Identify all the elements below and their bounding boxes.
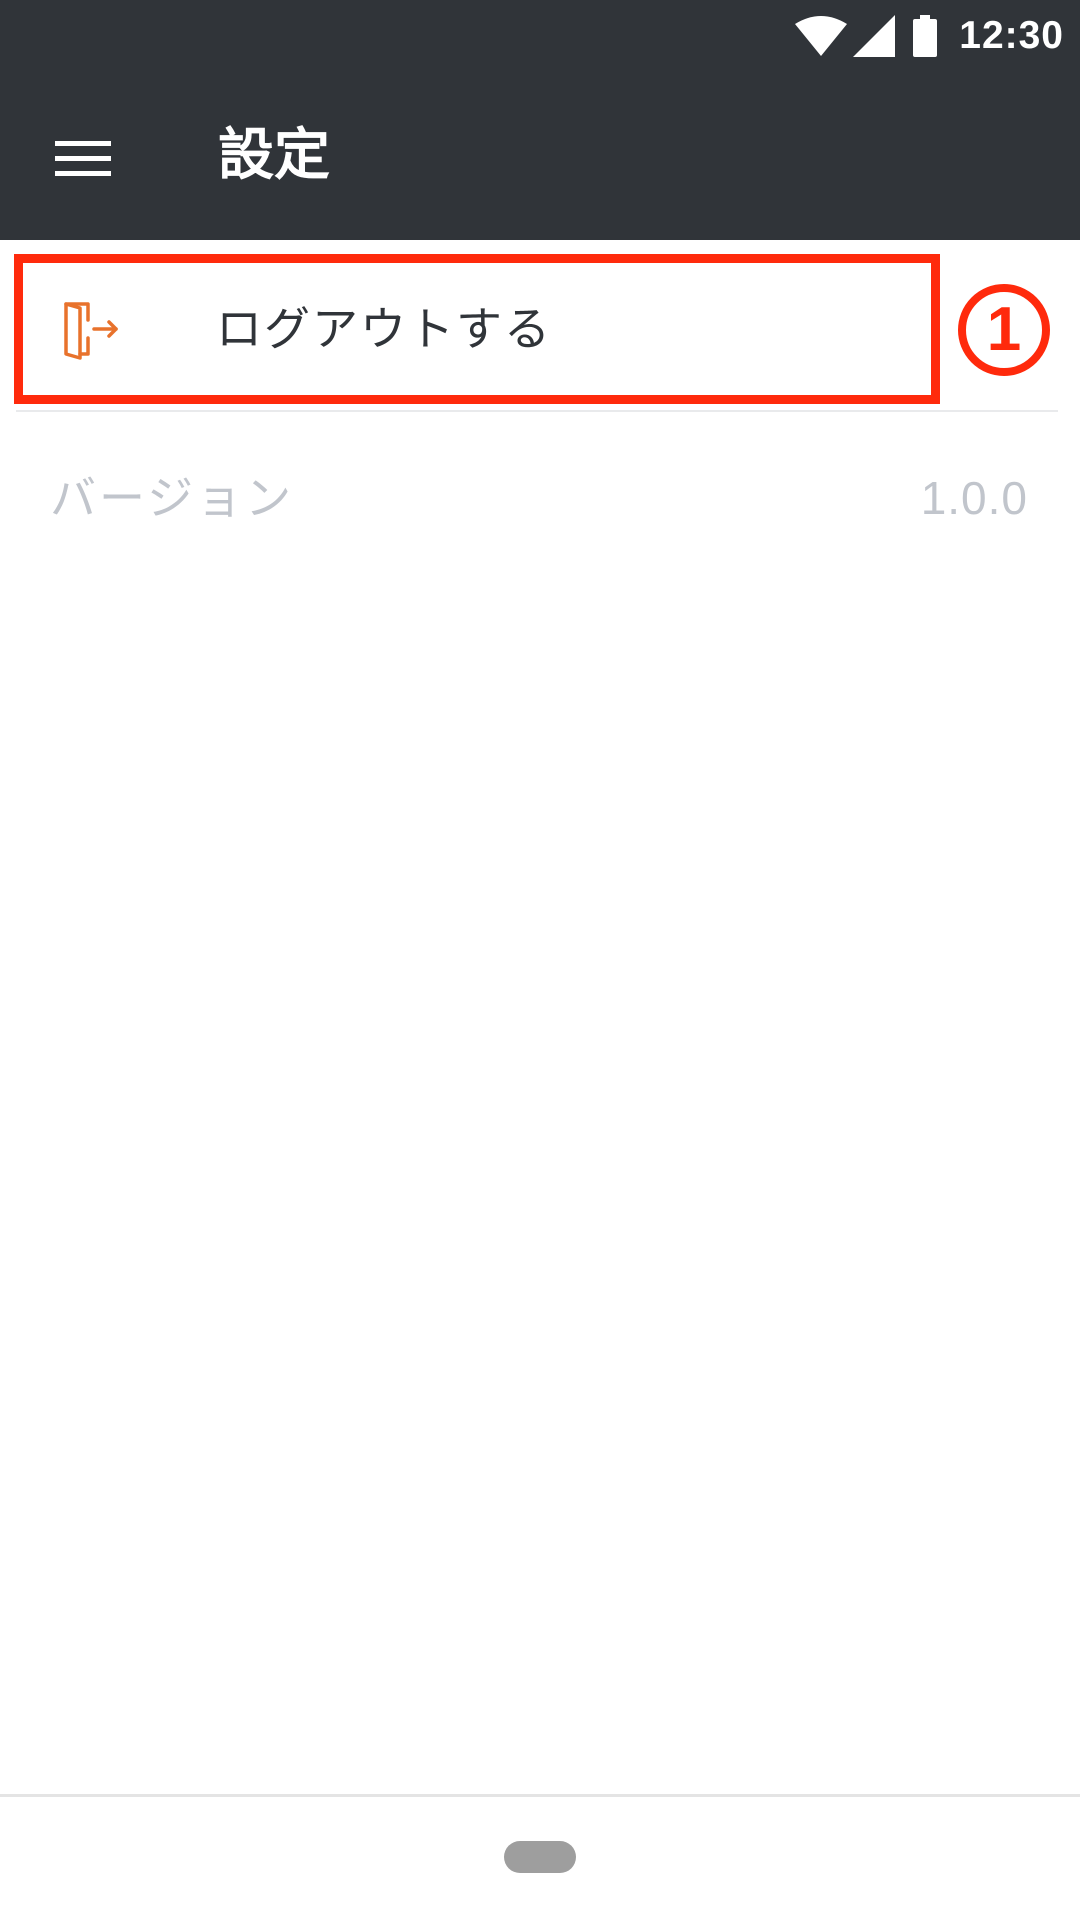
settings-screen: 12:30 設定 ログアウトする 1 バージョン 1.0.0 — [0, 0, 1080, 1920]
battery-icon — [913, 15, 938, 57]
divider — [16, 410, 1058, 412]
home-pill-button[interactable] — [504, 1841, 576, 1873]
version-label: バージョン — [50, 471, 295, 525]
navigation-bar — [0, 1797, 1080, 1920]
logout-row[interactable]: ログアウトする — [14, 254, 940, 404]
status-icons: 12:30 — [795, 8, 1064, 64]
wifi-icon — [795, 16, 848, 56]
step-marker: 1 — [958, 284, 1050, 376]
version-value: 1.0.0 — [920, 472, 1028, 524]
hamburger-menu-icon — [55, 139, 111, 183]
signal-icon — [853, 15, 896, 57]
page-title: 設定 — [218, 123, 330, 188]
menu-button[interactable] — [40, 118, 126, 204]
status-time: 12:30 — [959, 14, 1064, 57]
logout-label: ログアウトする — [216, 302, 552, 356]
status-bar: 12:30 — [0, 0, 1080, 72]
version-row: バージョン 1.0.0 — [0, 458, 1080, 538]
toolbar: 設定 — [0, 72, 1080, 240]
logout-door-icon — [58, 298, 124, 360]
